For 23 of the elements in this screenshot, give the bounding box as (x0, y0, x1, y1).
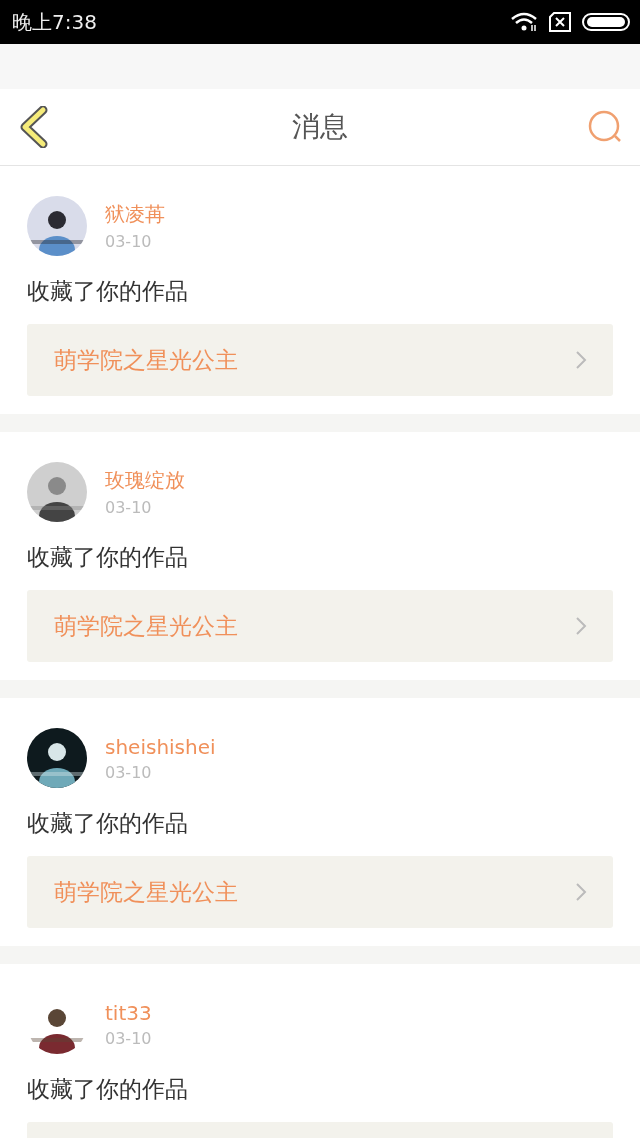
chevron-icon (575, 350, 587, 370)
message-date: 03-10 (105, 498, 153, 517)
work-link[interactable]: 萌学院之星光公主 (27, 856, 613, 928)
message-date: 03-10 (105, 232, 153, 251)
message-text: 收藏了你的作品 (27, 277, 189, 306)
message-date: 03-10 (105, 1028, 152, 1048)
message-text: 收藏了你的作品 (27, 809, 189, 838)
user-name[interactable]: 狱凌苒 (105, 201, 165, 228)
message-date: 03-10 (105, 762, 153, 782)
user-name[interactable]: tit33 (105, 1000, 152, 1025)
work-link[interactable]: 萌学院之星光公主 (27, 590, 613, 662)
user-name[interactable]: sheishishei (105, 734, 216, 759)
work-link[interactable]: 萌学院之星光公主 (27, 324, 613, 396)
no-sim-icon (548, 12, 572, 32)
status-time: 晚上7:38 (12, 8, 97, 36)
user-name[interactable]: 玫瑰绽放 (105, 467, 185, 494)
battery-icon (582, 12, 630, 32)
message-text: 收藏了你的作品 (27, 1075, 189, 1104)
chevron-icon (575, 882, 587, 902)
page-title: 消息 (292, 109, 348, 145)
wifi-icon (510, 12, 538, 32)
chevron-icon (575, 616, 587, 636)
message-text: 收藏了你的作品 (27, 543, 189, 572)
